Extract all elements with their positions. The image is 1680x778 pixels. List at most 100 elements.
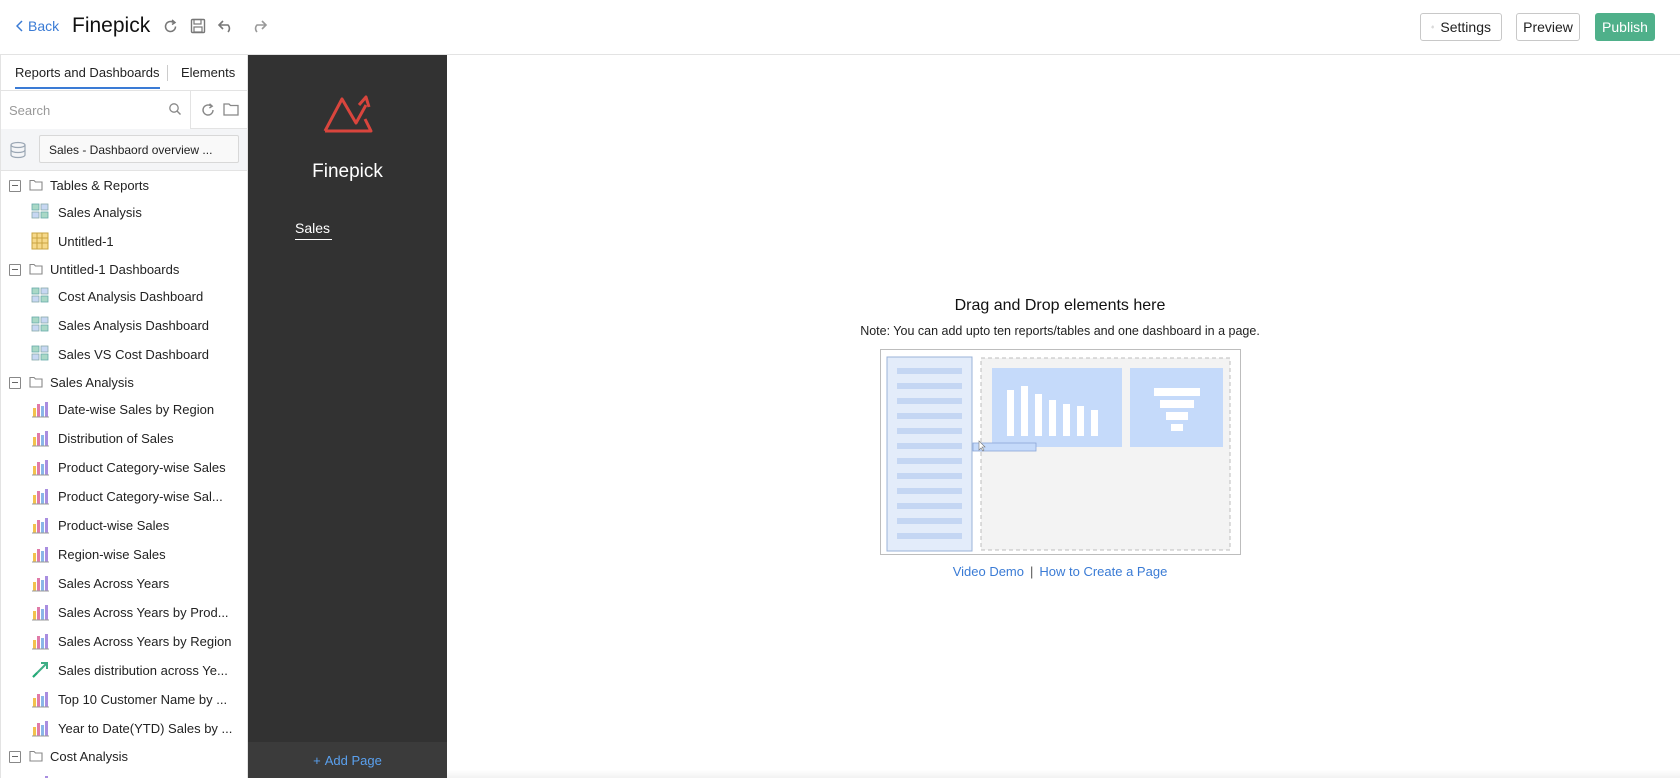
search-row (1, 91, 247, 129)
tree-folder-label: Untitled-1 Dashboards (50, 262, 180, 277)
collapse-icon[interactable] (9, 264, 21, 276)
settings-button[interactable]: Settings (1420, 13, 1502, 41)
drop-zone-title: Drag and Drop elements here (954, 297, 1166, 314)
how-to-create-page-link[interactable]: How to Create a Page (1039, 564, 1167, 579)
tree-item-label: Product-wise Sales (58, 518, 170, 533)
tree-item-top-10-customer-name-by[interactable]: Top 10 Customer Name by ... (1, 686, 247, 715)
tree-item-product-wise-sales[interactable]: Product-wise Sales (1, 512, 247, 541)
tab-elements[interactable]: Elements (181, 65, 235, 80)
page-navigation-panel: Finepick Sales + Add Page (248, 55, 447, 778)
bar-chart-icon (31, 429, 49, 450)
dashboard-icon (31, 203, 49, 222)
tree-item-cost-across-years-by-produ[interactable]: Cost Across Years by Produ... (1, 770, 247, 778)
page-item-sales[interactable]: Sales (295, 220, 333, 240)
tree-item-sales-analysis[interactable]: Sales Analysis (1, 199, 247, 228)
tree-item-label: Sales VS Cost Dashboard (58, 347, 210, 362)
gear-icon (1431, 25, 1435, 29)
save-icon[interactable] (188, 16, 208, 36)
trend-chart-icon (31, 661, 49, 682)
redo-icon[interactable] (249, 16, 269, 36)
tree-item-label: Cost Analysis Dashboard (58, 289, 204, 304)
search-icon[interactable] (168, 102, 182, 121)
tree-item-label: Sales Across Years by Prod... (58, 605, 229, 620)
tree-folder-tables-reports[interactable]: Tables & Reports (1, 173, 247, 199)
bar-chart-icon (31, 603, 49, 624)
tree-item-label: Year to Date(YTD) Sales by ... (58, 721, 233, 736)
folder-icon (29, 750, 43, 765)
tab-reports-and-dashboards[interactable]: Reports and Dashboards (15, 65, 160, 89)
bar-chart-icon (31, 632, 49, 653)
top-toolbar: Back Finepick Settings Preview Publish (0, 0, 1680, 55)
folder-icon (29, 376, 43, 391)
bar-chart-icon (31, 458, 49, 479)
tree-item-sales-distribution-across-ye[interactable]: Sales distribution across Ye... (1, 657, 247, 686)
tree-item-label: Sales Analysis Dashboard (58, 318, 210, 333)
tree-item-product-category-wise-sales[interactable]: Product Category-wise Sales (1, 454, 247, 483)
help-links: Video Demo | How to Create a Page (900, 564, 1220, 579)
search-input[interactable] (1, 91, 191, 129)
page-title: Finepick (72, 14, 151, 37)
tree-item-untitled-1[interactable]: Untitled-1 (1, 228, 247, 257)
explorer-panel: Reports and Dashboards Elements Sales - … (0, 55, 248, 778)
collapse-icon[interactable] (9, 180, 21, 192)
refresh-tree-icon[interactable] (200, 102, 216, 123)
publish-button[interactable]: Publish (1595, 13, 1655, 41)
back-button[interactable]: Back (16, 18, 59, 34)
tree-item-label: Date-wise Sales by Region (58, 402, 215, 417)
tree-folder-untitled-1-dashboards[interactable]: Untitled-1 Dashboards (1, 257, 247, 283)
database-selector[interactable]: Sales - Dashbaord overview ... (39, 135, 239, 163)
tree-folder-label: Cost Analysis (50, 749, 129, 764)
dashboard-icon (31, 345, 49, 364)
bar-chart-icon (31, 574, 49, 595)
collapse-icon[interactable] (9, 751, 21, 763)
add-page-button[interactable]: + Add Page (248, 742, 447, 778)
tree-item-label: Sales distribution across Ye... (58, 663, 228, 678)
add-page-label: Add Page (324, 752, 382, 768)
tree-item-date-wise-sales-by-region[interactable]: Date-wise Sales by Region (1, 396, 247, 425)
tree-item-sales-across-years[interactable]: Sales Across Years (1, 570, 247, 599)
preview-button[interactable]: Preview (1516, 13, 1580, 41)
bar-chart-icon (31, 690, 49, 711)
bar-chart-icon (31, 774, 49, 778)
tree-item-label: Region-wise Sales (58, 547, 166, 562)
database-icon (9, 141, 27, 164)
bar-chart-icon (31, 487, 49, 508)
settings-label: Settings (1440, 19, 1491, 35)
tree-item-distribution-of-sales[interactable]: Distribution of Sales (1, 425, 247, 454)
tree-item-label: Sales Across Years by Region (58, 634, 232, 649)
database-row: Sales - Dashbaord overview ... (1, 129, 247, 171)
tree-folder-label: Tables & Reports (50, 178, 149, 193)
publish-label: Publish (1602, 19, 1648, 35)
dashboard-icon (31, 316, 49, 335)
chevron-left-icon (16, 20, 23, 32)
link-separator: | (1030, 564, 1034, 579)
tree-item-sales-vs-cost-dashboard[interactable]: Sales VS Cost Dashboard (1, 341, 247, 370)
explorer-tabs: Reports and Dashboards Elements (1, 55, 247, 91)
new-folder-icon[interactable] (223, 102, 239, 121)
tree-item-product-category-wise-sal[interactable]: Product Category-wise Sal... (1, 483, 247, 512)
tree-item-region-wise-sales[interactable]: Region-wise Sales (1, 541, 247, 570)
bottom-edge (447, 770, 1680, 778)
undo-icon[interactable] (216, 16, 236, 36)
bar-chart-icon (31, 545, 49, 566)
tree-folder-cost-analysis[interactable]: Cost Analysis (1, 744, 247, 770)
tree-item-label: Product Category-wise Sal... (58, 489, 223, 504)
tree-item-sales-across-years-by-region[interactable]: Sales Across Years by Region (1, 628, 247, 657)
plus-icon: + (313, 752, 321, 768)
refresh-icon[interactable] (160, 16, 180, 36)
tree-item-cost-analysis-dashboard[interactable]: Cost Analysis Dashboard (1, 283, 247, 312)
tree-item-sales-across-years-by-prod[interactable]: Sales Across Years by Prod... (1, 599, 247, 628)
tree-item-label: Sales Across Years (58, 576, 170, 591)
back-label: Back (28, 18, 60, 34)
video-demo-link[interactable]: Video Demo (953, 564, 1024, 579)
tree-item-label: Untitled-1 (58, 234, 114, 249)
brand-name: Finepick (312, 161, 383, 182)
tree-item-year-to-date-ytd-sales-by[interactable]: Year to Date(YTD) Sales by ... (1, 715, 247, 744)
tree-item-sales-analysis-dashboard[interactable]: Sales Analysis Dashboard (1, 312, 247, 341)
finepick-logo-icon (322, 89, 374, 140)
tree-folder-sales-analysis[interactable]: Sales Analysis (1, 370, 247, 396)
collapse-icon[interactable] (9, 377, 21, 389)
folder-icon (29, 263, 43, 278)
drop-zone-note: Note: You can add upto ten reports/table… (860, 324, 1260, 338)
table-icon (31, 232, 49, 253)
